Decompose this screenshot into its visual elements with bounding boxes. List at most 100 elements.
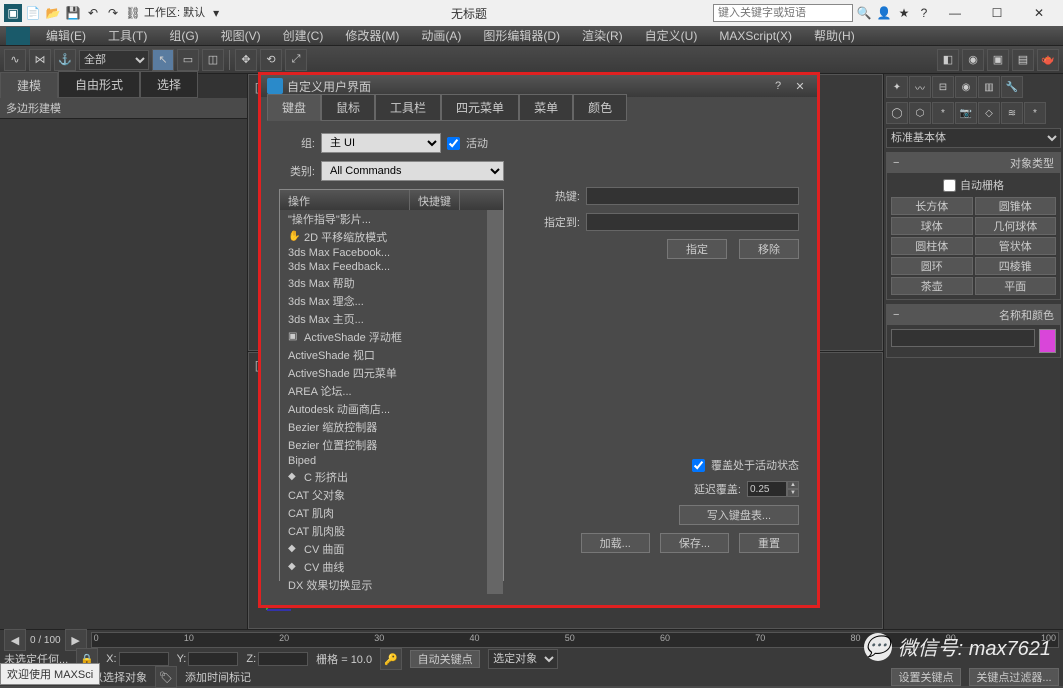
addtime-label[interactable]: 添加时间标记 [185, 669, 251, 685]
schematic-view-icon[interactable]: ◧ [937, 49, 959, 71]
autokey-button[interactable]: 自动关键点 [410, 650, 480, 668]
tab-toolbar[interactable]: 工具栏 [375, 94, 441, 121]
chevron-down-icon[interactable]: ▾ [207, 4, 225, 22]
object-name-input[interactable] [891, 329, 1035, 347]
menu-group[interactable]: 组(G) [163, 25, 204, 46]
category-select[interactable]: All Commands [321, 161, 504, 181]
reset-button[interactable]: 重置 [739, 533, 799, 553]
col-shortcut[interactable]: 快捷键 [410, 190, 460, 210]
new-icon[interactable]: 📄 [24, 4, 42, 22]
tube-button[interactable]: 管状体 [975, 237, 1057, 255]
action-list-item[interactable]: Autodesk 动画商店... [280, 400, 487, 418]
timeline-prev-icon[interactable]: ◀ [4, 629, 26, 651]
tab-select[interactable]: 选择 [140, 71, 198, 98]
signin-icon[interactable]: 👤 [875, 4, 893, 22]
render-icon[interactable]: 🫖 [1037, 49, 1059, 71]
render-setup-icon[interactable]: ▣ [987, 49, 1009, 71]
action-list-item[interactable]: ◆CV 曲线 [280, 558, 487, 576]
y-input[interactable] [188, 652, 238, 666]
utilities-tab-icon[interactable]: 🔧 [1001, 76, 1023, 98]
menu-animation[interactable]: 动画(A) [415, 25, 467, 46]
hierarchy-tab-icon[interactable]: ⊟ [932, 76, 954, 98]
move-tool-icon[interactable]: ✥ [235, 49, 257, 71]
link-tool-icon[interactable]: ∿ [4, 49, 26, 71]
menu-grapheditors[interactable]: 图形编辑器(D) [477, 25, 566, 46]
menu-help[interactable]: 帮助(H) [808, 25, 861, 46]
menu-tools[interactable]: 工具(T) [102, 25, 153, 46]
group-select[interactable]: 主 UI [321, 133, 441, 153]
override-checkbox[interactable] [692, 459, 705, 472]
remove-button[interactable]: 移除 [739, 239, 799, 259]
menu-view[interactable]: 视图(V) [215, 25, 267, 46]
help-search-input[interactable] [713, 4, 853, 22]
spacewarps-icon[interactable]: ≋ [1001, 102, 1023, 124]
menu-render[interactable]: 渲染(R) [576, 25, 629, 46]
shapes-icon[interactable]: ⬡ [909, 102, 931, 124]
action-list-item[interactable]: ActiveShade 视口 [280, 346, 487, 364]
action-list-item[interactable]: CAT 肌肉 [280, 504, 487, 522]
tab-menu[interactable]: 菜单 [519, 94, 573, 121]
teapot-button[interactable]: 茶壶 [891, 277, 973, 295]
lights-icon[interactable]: * [932, 102, 954, 124]
action-list-scrollbar[interactable] [487, 210, 503, 594]
action-list-item[interactable]: 3ds Max Feedback... [280, 260, 487, 274]
close-button[interactable]: ✕ [1019, 0, 1059, 26]
keyfilter-button[interactable]: 关键点过滤器... [969, 668, 1059, 686]
link-icon[interactable]: ⛓ [124, 4, 142, 22]
action-list-item[interactable]: 3ds Max 主页... [280, 310, 487, 328]
minimize-button[interactable]: — [935, 0, 975, 26]
unlink-tool-icon[interactable]: ⋈ [29, 49, 51, 71]
menu-maxscript[interactable]: MAXScript(X) [713, 27, 798, 45]
rotate-tool-icon[interactable]: ⟲ [260, 49, 282, 71]
object-color-swatch[interactable] [1039, 329, 1056, 353]
action-list-item[interactable]: ▣ActiveShade 浮动框 [280, 328, 487, 346]
scale-tool-icon[interactable]: ⤢ [285, 49, 307, 71]
action-list-item[interactable]: CAT 父对象 [280, 486, 487, 504]
save-icon[interactable]: 💾 [64, 4, 82, 22]
sphere-button[interactable]: 球体 [891, 217, 973, 235]
display-tab-icon[interactable]: ▥ [978, 76, 1000, 98]
select-tool-icon[interactable]: ↖ [152, 49, 174, 71]
modify-tab-icon[interactable]: 〰 [909, 76, 931, 98]
tab-modeling[interactable]: 建模 [0, 72, 58, 98]
delay-down-icon[interactable]: ▼ [787, 489, 799, 497]
render-frame-icon[interactable]: ▤ [1012, 49, 1034, 71]
geosphere-button[interactable]: 几何球体 [975, 217, 1057, 235]
z-input[interactable] [258, 652, 308, 666]
autogrid-checkbox[interactable] [943, 179, 956, 192]
star-icon[interactable]: ★ [895, 4, 913, 22]
delay-input[interactable] [747, 481, 787, 497]
maximize-button[interactable]: ☐ [977, 0, 1017, 26]
help-icon[interactable]: ? [915, 4, 933, 22]
cameras-icon[interactable]: 📷 [955, 102, 977, 124]
helpers-icon[interactable]: ◇ [978, 102, 1000, 124]
bind-tool-icon[interactable]: ⚓ [54, 49, 76, 71]
save-button[interactable]: 保存... [660, 533, 729, 553]
action-list-item[interactable]: 3ds Max 帮助 [280, 274, 487, 292]
keymode-select[interactable]: 选定对象 [488, 649, 558, 669]
cone-button[interactable]: 圆锥体 [975, 197, 1057, 215]
action-list-item[interactable]: ◆C 形挤出 [280, 468, 487, 486]
cylinder-button[interactable]: 圆柱体 [891, 237, 973, 255]
x-input[interactable] [119, 652, 169, 666]
action-list-item[interactable]: AREA 论坛... [280, 382, 487, 400]
menu-modifiers[interactable]: 修改器(M) [339, 25, 405, 46]
create-tab-icon[interactable]: ✦ [886, 76, 908, 98]
menu-customize[interactable]: 自定义(U) [639, 25, 704, 46]
motion-tab-icon[interactable]: ◉ [955, 76, 977, 98]
torus-button[interactable]: 圆环 [891, 257, 973, 275]
material-editor-icon[interactable]: ◉ [962, 49, 984, 71]
write-button[interactable]: 写入键盘表... [679, 505, 799, 525]
assignto-input[interactable] [586, 213, 799, 231]
undo-icon[interactable]: ↶ [84, 4, 102, 22]
dialog-help-icon[interactable]: ? [767, 77, 789, 95]
tab-keyboard[interactable]: 键盘 [267, 94, 321, 121]
open-icon[interactable]: 📂 [44, 4, 62, 22]
delay-up-icon[interactable]: ▲ [787, 481, 799, 489]
tab-quadmenu[interactable]: 四元菜单 [441, 94, 519, 121]
menu-edit[interactable]: 编辑(E) [40, 25, 92, 46]
active-checkbox[interactable] [447, 137, 460, 150]
action-list-item[interactable]: 3ds Max Facebook... [280, 246, 487, 260]
geometry-icon[interactable]: ◯ [886, 102, 908, 124]
workspace-label[interactable]: 工作区: 默认 [144, 4, 205, 22]
